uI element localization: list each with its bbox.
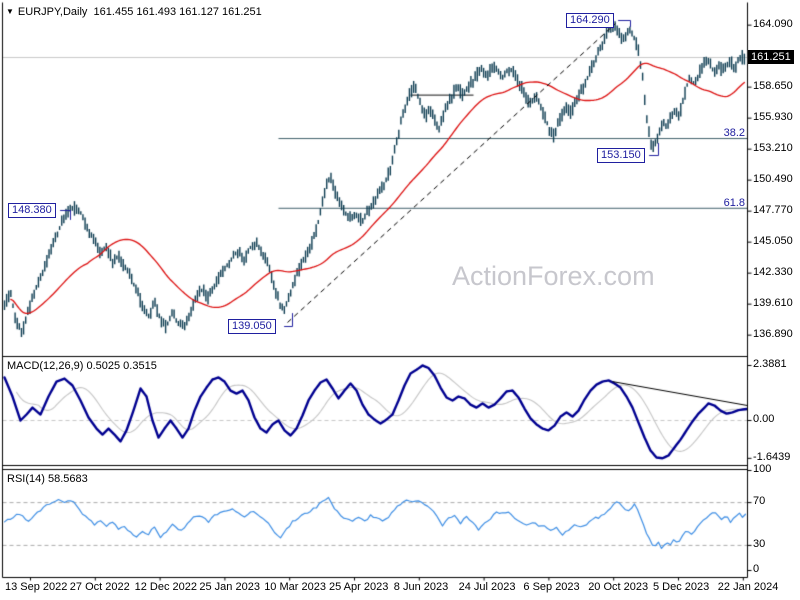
macd-axis-label: 0.00 — [753, 413, 775, 425]
watermark: ActionForex.com — [452, 261, 655, 291]
chart-plot-canvas[interactable] — [0, 0, 800, 600]
chart-window: ▼ EURJPY,Daily 161.455 161.493 161.127 16… — [0, 0, 800, 600]
rsi-indicator-label: RSI(14) 58.5683 — [7, 473, 88, 485]
fib-618-label[interactable]: 61.8 — [715, 197, 745, 209]
date-axis-label: 13 Sep 2022 — [5, 581, 68, 593]
price-axis-label: 145.050 — [753, 234, 793, 247]
date-axis-label: 25 Apr 2023 — [329, 581, 389, 593]
symbol-marker-icon: ▼ — [6, 7, 14, 16]
rsi-axis-label: 70 — [753, 495, 766, 508]
date-axis-label: 24 Jul 2023 — [458, 581, 516, 593]
chart-title: ▼ EURJPY,Daily 161.455 161.493 161.127 16… — [6, 6, 262, 18]
fib-382-label[interactable]: 38.2 — [715, 127, 745, 139]
date-axis-label: 27 Oct 2022 — [69, 581, 130, 593]
rsi-axis-label: 100 — [753, 463, 772, 475]
price-axis-label: 136.890 — [753, 327, 793, 340]
price-axis-label: 139.610 — [753, 296, 793, 309]
date-axis-label: 8 Jun 2023 — [393, 581, 449, 593]
price-label-139050[interactable]: 139.050 — [228, 319, 276, 334]
date-axis-label: 22 Jan 2024 — [717, 581, 779, 593]
price-axis-label: 153.210 — [753, 141, 793, 154]
price-axis-label: 164.090 — [753, 17, 793, 30]
date-axis-label: 20 Oct 2023 — [588, 581, 649, 593]
rsi-axis-label: 0 — [753, 563, 760, 575]
current-price-tag: 161.251 — [748, 50, 794, 64]
date-axis-label: 25 Jan 2023 — [199, 581, 260, 593]
price-axis-label: 158.650 — [753, 79, 793, 92]
ohlc-values: 161.455 161.493 161.127 161.251 — [93, 6, 262, 18]
date-axis-label: 5 Dec 2023 — [653, 581, 710, 593]
symbol-timeframe-label: EURJPY,Daily — [17, 6, 88, 18]
date-axis-label: 10 Mar 2023 — [264, 581, 326, 593]
macd-axis-label: -1.6439 — [753, 450, 791, 463]
price-axis-label: 142.330 — [753, 265, 793, 278]
price-axis-label: 147.770 — [753, 203, 793, 216]
date-axis-label: 6 Sep 2023 — [523, 581, 580, 593]
price-axis-label: 150.490 — [753, 172, 793, 185]
price-axis-label: 155.930 — [753, 110, 793, 123]
date-axis-label: 12 Dec 2022 — [134, 581, 197, 593]
price-label-148380[interactable]: 148.380 — [8, 203, 56, 218]
rsi-axis-label: 30 — [753, 537, 766, 550]
price-label-164290[interactable]: 164.290 — [566, 13, 614, 28]
macd-axis-label: 2.3881 — [753, 358, 787, 370]
price-label-153150[interactable]: 153.150 — [597, 148, 645, 163]
macd-indicator-label: MACD(12,26,9) 0.5025 0.3515 — [7, 360, 157, 372]
